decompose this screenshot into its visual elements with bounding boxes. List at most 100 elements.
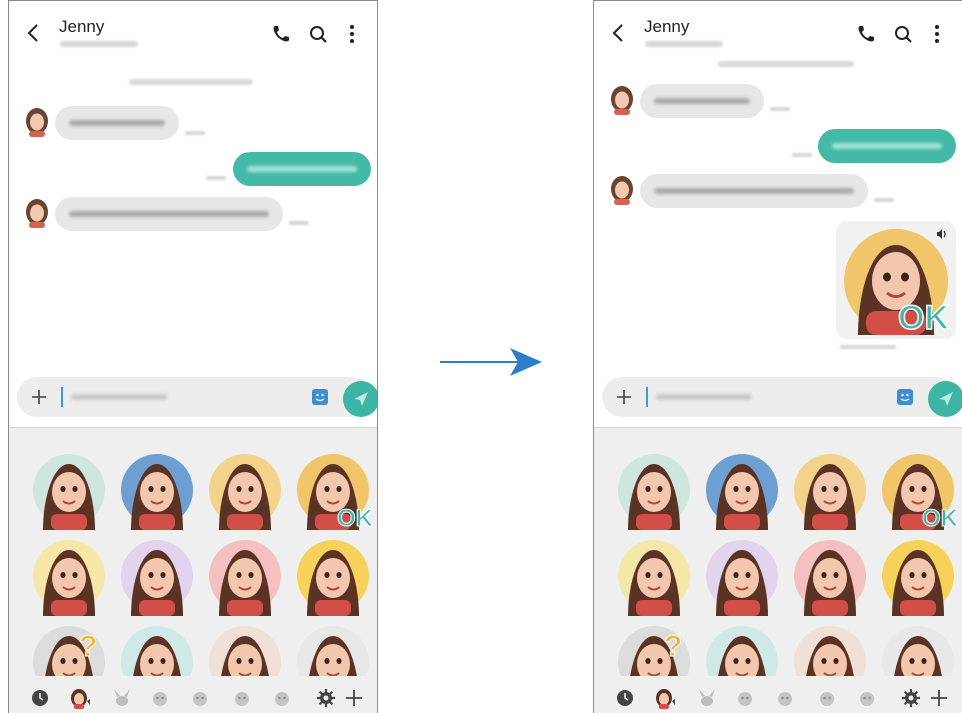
incoming-message-bubble[interactable] <box>640 174 868 208</box>
message-input-field[interactable] <box>656 394 752 400</box>
recent-clock-icon[interactable] <box>614 687 636 709</box>
back-arrow-icon[interactable] <box>23 21 45 45</box>
sticker-pack-icon[interactable] <box>189 687 211 709</box>
ar-emoji-sticker-party[interactable] <box>614 536 694 616</box>
rabbit-icon[interactable] <box>696 687 718 709</box>
contact-avatar[interactable] <box>24 198 50 228</box>
send-button[interactable] <box>928 381 962 417</box>
ar-emoji-sticker-ok[interactable]: OK <box>878 450 959 533</box>
volume-icon[interactable] <box>936 229 948 239</box>
ar-emoji-sticker-laughing[interactable] <box>29 450 109 530</box>
ar-emoji-sticker-leaf[interactable] <box>205 622 285 676</box>
attach-plus-icon[interactable] <box>614 387 634 407</box>
attach-plus-icon[interactable] <box>29 387 49 407</box>
more-options-icon[interactable] <box>341 23 363 45</box>
settings-gear-icon[interactable] <box>315 687 337 709</box>
ar-emoji-icon[interactable] <box>69 687 91 709</box>
sticker-pack-icon[interactable] <box>816 687 838 709</box>
phone-call-icon[interactable] <box>855 23 877 45</box>
conversation-header: Jenny <box>594 1 962 61</box>
ar-emoji-sticker-heart[interactable] <box>117 536 197 616</box>
search-icon[interactable] <box>892 23 914 45</box>
sticker-pack-icon[interactable] <box>149 687 171 709</box>
svg-text:OK: OK <box>922 505 958 530</box>
send-button[interactable] <box>343 381 377 417</box>
ar-emoji-sticker-ghost[interactable] <box>702 622 782 676</box>
sticker-pack-icon[interactable] <box>271 687 293 709</box>
ar-emoji-sticker-triangle-bg[interactable] <box>205 450 285 530</box>
ar-emoji-sticker-leaf[interactable] <box>790 622 870 676</box>
back-arrow-icon[interactable] <box>608 21 630 45</box>
add-plus-icon[interactable] <box>343 687 365 709</box>
ar-emoji-sticker-image: OK <box>844 229 950 335</box>
contact-number <box>60 41 138 47</box>
contact-number <box>645 41 723 47</box>
ar-emoji-sticker-party[interactable] <box>29 536 109 616</box>
sent-ar-emoji-sticker[interactable]: OK <box>836 221 956 339</box>
conversation-header: Jenny <box>9 1 377 61</box>
contact-name[interactable]: Jenny <box>644 17 689 37</box>
incoming-message-bubble[interactable] <box>55 106 179 140</box>
date-divider <box>129 79 253 85</box>
sticker-panel: OK? <box>594 427 962 713</box>
ar-emoji-sticker-triangle-bg[interactable] <box>790 450 870 530</box>
message-timestamp <box>206 176 226 180</box>
message-timestamp <box>874 198 894 202</box>
add-plus-icon[interactable] <box>928 687 950 709</box>
settings-gear-icon[interactable] <box>900 687 922 709</box>
sticker-pack-icon[interactable] <box>774 687 796 709</box>
ar-emoji-sticker-sparkle[interactable] <box>293 622 373 676</box>
message-timestamp <box>770 107 790 111</box>
contact-avatar[interactable] <box>609 85 635 115</box>
recent-clock-icon[interactable] <box>29 687 51 709</box>
ar-emoji-icon[interactable] <box>654 687 676 709</box>
outgoing-message-bubble[interactable] <box>233 152 371 186</box>
ar-emoji-sticker-question[interactable]: ? <box>614 622 694 676</box>
contact-avatar[interactable] <box>24 107 50 137</box>
svg-text:OK: OK <box>898 299 949 335</box>
ar-emoji-sticker-kiss[interactable] <box>205 536 285 616</box>
svg-text:OK: OK <box>337 505 373 530</box>
rabbit-icon[interactable] <box>111 687 133 709</box>
sticker-pack-icon[interactable] <box>231 687 253 709</box>
sticker-icon[interactable] <box>311 388 329 406</box>
message-input-field[interactable] <box>71 394 167 400</box>
outgoing-message-bubble[interactable] <box>818 129 956 163</box>
ar-emoji-sticker-star-bg[interactable] <box>878 536 958 616</box>
date-divider <box>718 61 854 67</box>
sticker-icon[interactable] <box>896 388 914 406</box>
ar-emoji-sticker-ghost[interactable] <box>117 622 197 676</box>
svg-text:?: ? <box>664 630 682 663</box>
ar-emoji-sticker-peace-sign[interactable] <box>117 450 197 530</box>
sticker-tab-bar <box>9 683 377 713</box>
message-timestamp <box>840 345 896 349</box>
ar-emoji-sticker-star-bg[interactable] <box>293 536 373 616</box>
ar-emoji-sticker-laughing[interactable] <box>614 450 694 530</box>
sticker-panel: OK? <box>9 427 377 713</box>
search-icon[interactable] <box>307 23 329 45</box>
more-options-icon[interactable] <box>926 23 948 45</box>
message-timestamp <box>289 221 309 225</box>
contact-avatar[interactable] <box>609 175 635 205</box>
svg-text:?: ? <box>79 630 97 663</box>
text-cursor <box>646 387 648 407</box>
sticker-pack-icon[interactable] <box>856 687 878 709</box>
message-timestamp <box>792 153 812 157</box>
incoming-message-bubble[interactable] <box>640 84 764 118</box>
sticker-pack-icon[interactable] <box>734 687 756 709</box>
message-timestamp <box>185 131 205 135</box>
contact-name[interactable]: Jenny <box>59 17 104 37</box>
sticker-grid: OK? <box>594 428 962 686</box>
sticker-tab-bar <box>594 683 962 713</box>
ar-emoji-sticker-heart[interactable] <box>702 536 782 616</box>
incoming-message-bubble[interactable] <box>55 197 283 231</box>
ar-emoji-sticker-sparkle[interactable] <box>878 622 958 676</box>
send-icon <box>354 392 368 406</box>
ar-emoji-sticker-peace-sign[interactable] <box>702 450 782 530</box>
ar-emoji-sticker-ok[interactable]: OK <box>293 450 374 533</box>
phone-call-icon[interactable] <box>270 23 292 45</box>
phone-screen-after: Jenny OK OK? <box>593 0 962 713</box>
ar-emoji-sticker-question[interactable]: ? <box>29 622 109 676</box>
ar-emoji-sticker-kiss[interactable] <box>790 536 870 616</box>
message-input-bar <box>602 377 956 417</box>
